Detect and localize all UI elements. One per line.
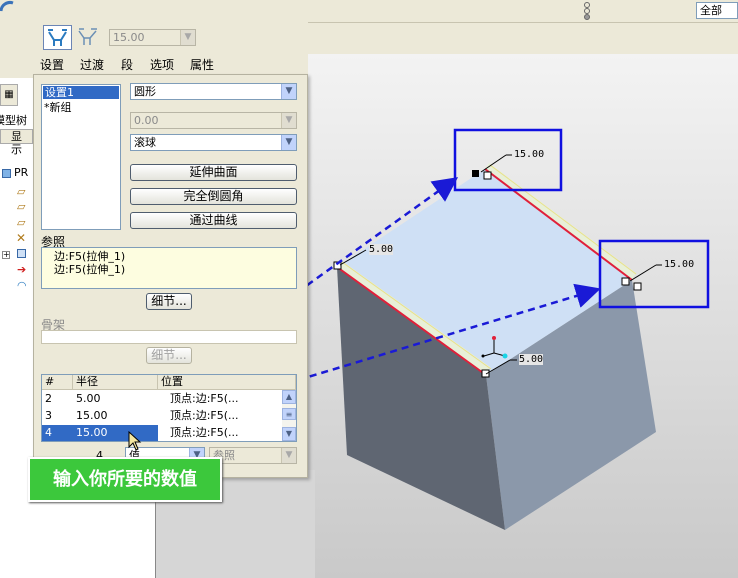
table-cell-position[interactable]: 顶点:边:F5(... (167, 425, 280, 441)
set-list[interactable]: 设置1 *新组 (41, 84, 121, 230)
conic-value-select[interactable]: 0.00 ▼ (130, 112, 297, 129)
chevron-down-icon: ▼ (281, 113, 296, 128)
vertex-handle (481, 369, 490, 378)
full-round-button[interactable]: 完全倒圆角 (130, 188, 297, 205)
part-root-icon (2, 169, 11, 178)
references-details-button[interactable]: 细节... (146, 293, 192, 310)
references-collector[interactable]: 边:F5(拉伸_1) 边:F5(拉伸_1) (41, 247, 297, 289)
vertex-handle (621, 277, 630, 286)
mouse-cursor-icon (128, 430, 142, 454)
scroll-thumb[interactable]: ≡ (282, 408, 296, 420)
scroll-up-icon[interactable]: ▲ (282, 390, 296, 404)
conic-value-text: 0.00 (134, 114, 159, 127)
reference-mode-select[interactable]: 参照 ▼ (209, 447, 297, 464)
datum-plane-icon[interactable]: ▱ (17, 200, 25, 213)
extrude-feature-icon[interactable] (17, 249, 26, 258)
dimension-label-front[interactable]: 5.00 (519, 354, 544, 365)
datum-plane-icon[interactable]: ▱ (17, 216, 25, 229)
insert-here-arrow-icon[interactable]: ➔ (17, 263, 26, 276)
column-header-position[interactable]: 位置 (158, 375, 296, 390)
extend-surfaces-button[interactable]: 延伸曲面 (130, 164, 297, 181)
shape-select[interactable]: 圆形 ▼ (130, 83, 297, 100)
csys-icon[interactable]: ✕ (16, 231, 26, 245)
scroll-down-icon[interactable]: ▼ (282, 427, 296, 441)
vertex-handle (483, 171, 492, 180)
instruction-callout: 输入你所要的数值 (28, 457, 222, 502)
part-root-label[interactable]: PR (14, 166, 28, 179)
vertex-handle (472, 170, 479, 177)
chevron-down-icon: ▼ (281, 84, 296, 99)
reference-item[interactable]: 边:F5(拉伸_1) (54, 250, 296, 263)
skeleton-collector[interactable] (41, 330, 297, 344)
table-cell-number: 2 (45, 392, 52, 405)
dimension-label-left[interactable]: 5.00 (369, 244, 394, 255)
table-scrollbar[interactable]: ▲ ≡ ▼ (282, 390, 296, 441)
table-cell-position[interactable]: 顶点:边:F5(... (167, 408, 280, 424)
set-list-item-new[interactable]: *新组 (44, 99, 72, 115)
show-menu-button[interactable]: 显示 (0, 129, 33, 156)
expand-plus-icon[interactable]: + (2, 251, 10, 259)
table-cell-number: 3 (45, 409, 52, 422)
dimension-label-right[interactable]: 15.00 (664, 259, 694, 270)
table-cell-number: 4 (42, 425, 73, 441)
model-tree-tab-icon[interactable]: ▦ (0, 84, 18, 106)
table-cell-radius[interactable]: 15.00 (73, 408, 158, 424)
skeleton-details-button[interactable]: 细节... (146, 347, 192, 364)
model-tree-tab-label[interactable]: 模型树 (0, 112, 27, 128)
through-curve-button[interactable]: 通过曲线 (130, 212, 297, 229)
method-select[interactable]: 滚球 ▼ (130, 134, 297, 151)
reference-item[interactable]: 边:F5(拉伸_1) (54, 263, 296, 276)
method-select-value: 滚球 (134, 136, 156, 149)
datum-plane-icon[interactable]: ▱ (17, 185, 25, 198)
table-cell-radius[interactable]: 5.00 (73, 391, 158, 407)
table-cell-position[interactable]: 顶点:边:F5(... (167, 391, 280, 407)
set-list-item-selected[interactable]: 设置1 (43, 86, 119, 99)
vertex-handle (633, 282, 642, 291)
radius-table[interactable]: # 半径 位置 2 5.00 顶点:边:F5(... 3 15.00 顶点:边:… (41, 374, 297, 442)
column-header-number[interactable]: # (42, 375, 73, 390)
table-cell-radius[interactable]: 15.00 (73, 425, 158, 441)
shape-select-value: 圆形 (134, 85, 156, 98)
round-feature-icon[interactable]: ◠ (17, 279, 27, 292)
chevron-down-icon: ▼ (281, 135, 296, 150)
dimension-label-top[interactable]: 15.00 (514, 149, 544, 160)
chevron-down-icon: ▼ (281, 448, 296, 463)
column-header-radius[interactable]: 半径 (73, 375, 158, 390)
